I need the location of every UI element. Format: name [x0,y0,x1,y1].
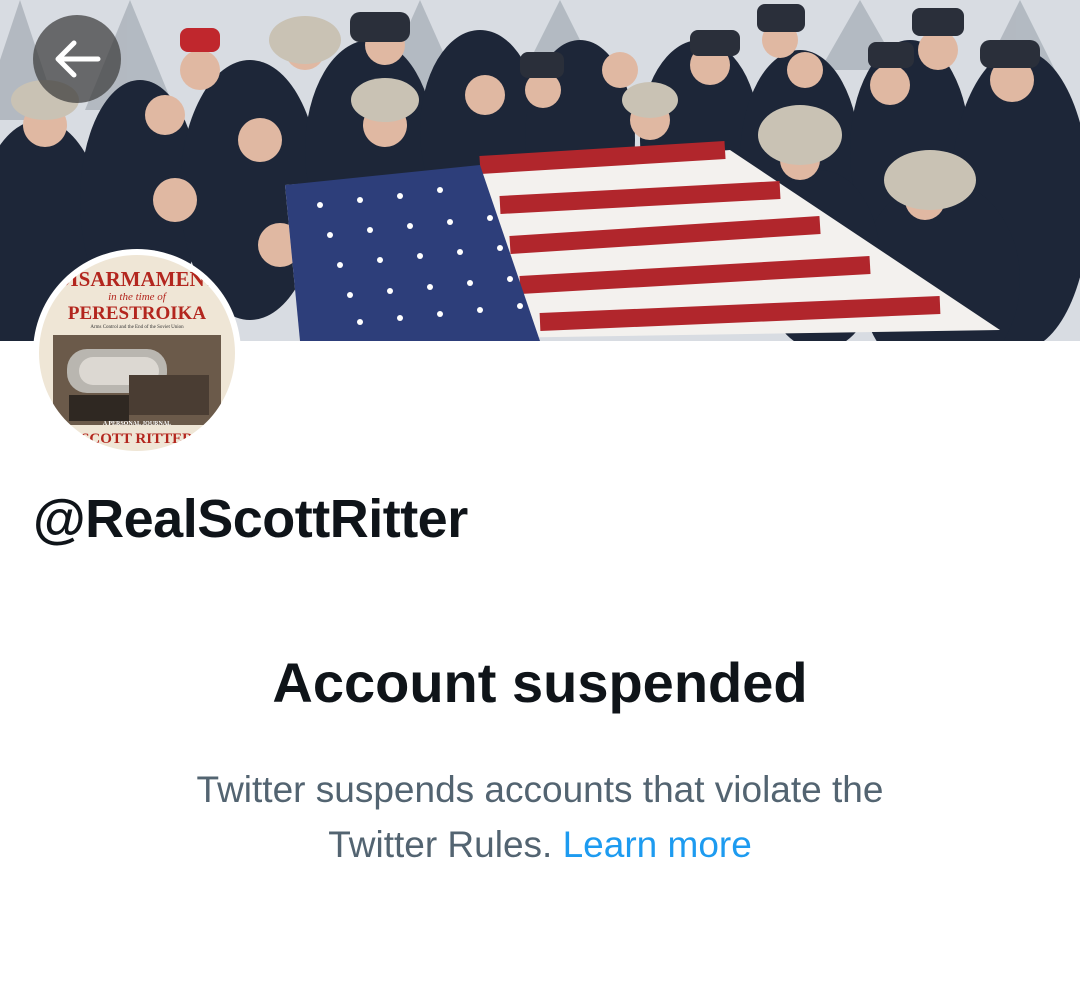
book-title-line1: DISARMAMENT [55,267,219,291]
book-cover-image [53,335,221,425]
suspension-message-block: Twitter suspends accounts that violate t… [140,762,940,872]
book-title-line3: PERESTROIKA [67,303,207,324]
book-subtitle: Arms Control and the End of the Soviet U… [90,325,184,330]
suspension-message: Twitter suspends accounts that violate t… [196,769,884,865]
arrow-left-icon [55,40,101,78]
learn-more-link[interactable]: Learn more [563,824,752,865]
book-title-line2: in the time of [108,291,166,303]
book-author: SCOTT RITTER [81,431,193,447]
book-tag: A PERSONAL JOURNAL [102,421,172,427]
back-button[interactable] [33,15,121,103]
profile-avatar[interactable]: DISARMAMENT in the time of PERESTROIKA A… [33,249,241,457]
avatar-book-cover: DISARMAMENT in the time of PERESTROIKA A… [39,255,235,451]
profile-handle: @RealScottRitter [33,489,468,549]
suspension-title: Account suspended [272,651,808,714]
